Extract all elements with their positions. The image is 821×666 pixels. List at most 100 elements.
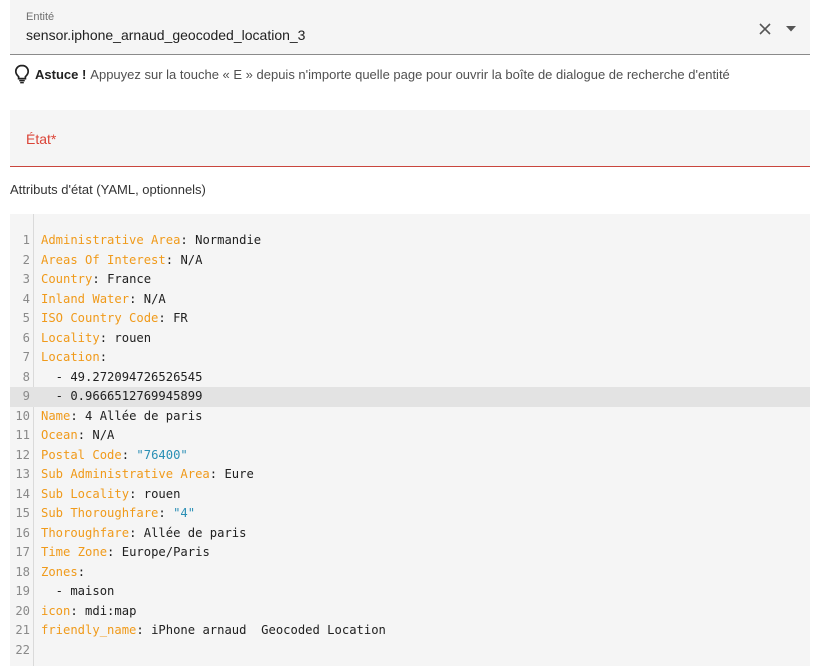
line-number: 2 (22, 252, 30, 267)
yaml-value: rouen (143, 486, 181, 501)
code-line-content: Country: France (41, 270, 151, 290)
line-number: 13 (15, 467, 30, 481)
code-line[interactable]: 5 ISO Country Code: FR (10, 309, 810, 329)
code-line[interactable]: 12 Postal Code: "76400" (10, 446, 810, 466)
yaml-separator: : (77, 564, 86, 579)
clear-button[interactable] (754, 16, 776, 42)
yaml-separator: : (121, 447, 137, 462)
code-line-content: Administrative Area: Normandie (41, 231, 261, 251)
code-line[interactable]: 1 Administrative Area: Normandie (10, 231, 810, 251)
yaml-key: Sub Administrative Area (41, 467, 210, 481)
yaml-separator: : (180, 233, 196, 247)
yaml-key: Location (41, 350, 100, 364)
yaml-separator: : (99, 330, 115, 345)
line-number: 7 (22, 350, 30, 364)
yaml-key: Inland Water (41, 291, 130, 306)
close-icon (759, 23, 771, 35)
code-line[interactable]: 14 Sub Locality: rouen (10, 485, 810, 505)
code-line-content: Postal Code: "76400" (41, 446, 188, 466)
line-number: 18 (15, 564, 30, 579)
line-number: 22 (15, 642, 30, 657)
code-line[interactable]: 17 Time Zone: Europe/Paris (10, 543, 810, 563)
code-line[interactable]: 9 - 0.9666512769945899 (10, 387, 810, 407)
yaml-value: Allée de paris (143, 525, 247, 540)
entity-picker[interactable]: Entité sensor.iphone_arnaud_geocoded_loc… (10, 0, 810, 55)
yaml-separator: : (129, 291, 144, 306)
code-line[interactable]: 15 Sub Thoroughfare: "4" (10, 504, 810, 524)
yaml-key: Time Zone (41, 545, 108, 559)
yaml-key: Locality (41, 330, 100, 345)
yaml-value: mdi:map (85, 603, 137, 618)
state-input[interactable]: État* (10, 110, 810, 167)
line-number: 4 (22, 291, 30, 306)
yaml-value: N/A (92, 428, 115, 442)
code-line[interactable]: 7 Location: (10, 348, 810, 368)
yaml-key: Administrative Area (41, 233, 181, 247)
line-number: 1 (22, 233, 30, 247)
code-line[interactable]: 11 Ocean: N/A (10, 426, 810, 446)
yaml-key: Postal Code (41, 447, 122, 462)
yaml-separator: : (129, 486, 144, 501)
line-number: 6 (22, 330, 30, 345)
yaml-separator: : (70, 603, 86, 618)
yaml-value: N/A (143, 291, 166, 306)
yaml-separator: : (209, 467, 225, 481)
code-line[interactable]: 3 Country: France (10, 270, 810, 290)
yaml-separator: : (165, 252, 181, 267)
entity-picker-label: Entité (26, 11, 55, 23)
yaml-value: iPhone arnaud Geocoded Location (151, 623, 386, 637)
yaml-separator: : (136, 623, 152, 637)
yaml-separator: : (129, 525, 144, 540)
yaml-key: icon (41, 603, 71, 618)
attributes-label: Attributs d'état (YAML, optionnels) (10, 182, 206, 197)
yaml-value: Europe/Paris (121, 545, 210, 559)
yaml-separator: : (99, 350, 108, 364)
yaml-separator: : (77, 428, 93, 442)
code-line[interactable]: 4 Inland Water: N/A (10, 290, 810, 310)
code-line-content: Ocean: N/A (41, 426, 114, 446)
code-line[interactable]: 22 (10, 641, 810, 661)
code-line[interactable]: 6 Locality: rouen (10, 329, 810, 349)
code-line-content: ISO Country Code: FR (41, 309, 188, 329)
line-number: 5 (22, 311, 30, 325)
yaml-value: Eure (224, 467, 254, 481)
code-line[interactable]: 2 Areas Of Interest: N/A (10, 251, 810, 271)
code-line-content: Locality: rouen (41, 329, 151, 349)
yaml-separator: : (70, 408, 86, 423)
code-line[interactable]: 19 - maison (10, 582, 810, 602)
code-line-content: Sub Locality: rouen (41, 485, 180, 505)
yaml-value: - 49.272094726526545 (41, 369, 203, 384)
line-number: 21 (15, 623, 30, 637)
code-line[interactable]: 10 Name: 4 Allée de paris (10, 407, 810, 427)
code-line-content: Location: (41, 348, 107, 368)
yaml-value: - maison (41, 584, 115, 598)
yaml-value: N/A (180, 252, 203, 267)
code-line[interactable]: 16 Thoroughfare: Allée de paris (10, 524, 810, 544)
dropdown-button[interactable] (780, 16, 802, 42)
yaml-separator: : (158, 311, 174, 325)
code-line[interactable]: 13 Sub Administrative Area: Eure (10, 465, 810, 485)
code-line[interactable]: 20 icon: mdi:map (10, 602, 810, 622)
line-number: 3 (22, 272, 30, 286)
yaml-value: Normandie (195, 233, 262, 247)
code-line[interactable]: 18 Zones: (10, 563, 810, 583)
yaml-separator: : (107, 545, 122, 559)
yaml-value: - 0.9666512769945899 (41, 389, 203, 403)
code-line-content: Name: 4 Allée de paris (41, 407, 202, 427)
yaml-editor[interactable]: 1 Administrative Area: Normandie 2 Areas Of… (10, 214, 810, 666)
code-line-content: - 0.9666512769945899 (41, 387, 203, 407)
code-line[interactable]: 21 friendly_name: iPhone arnaud Geocoded … (10, 621, 810, 641)
yaml-value: rouen (114, 330, 152, 345)
code-line[interactable]: 8 - 49.272094726526545 (10, 368, 810, 388)
code-line-content: Thoroughfare: Allée de paris (41, 524, 246, 544)
yaml-key: ISO Country Code (41, 311, 159, 325)
code-line-content: Time Zone: Europe/Paris (41, 543, 210, 563)
code-line-content: icon: mdi:map (41, 602, 136, 622)
line-number: 19 (15, 584, 30, 598)
tip-heading: Astuce ! (35, 66, 87, 82)
search-tip: Astuce ! Appuyez sur la touche « E » dep… (14, 64, 730, 84)
yaml-value: "76400" (136, 447, 188, 462)
yaml-lines[interactable]: 1 Administrative Area: Normandie 2 Areas Of… (10, 231, 810, 660)
entity-picker-value[interactable]: sensor.iphone_arnaud_geocoded_location_3 (26, 27, 305, 43)
yaml-key: Thoroughfare (41, 525, 130, 540)
